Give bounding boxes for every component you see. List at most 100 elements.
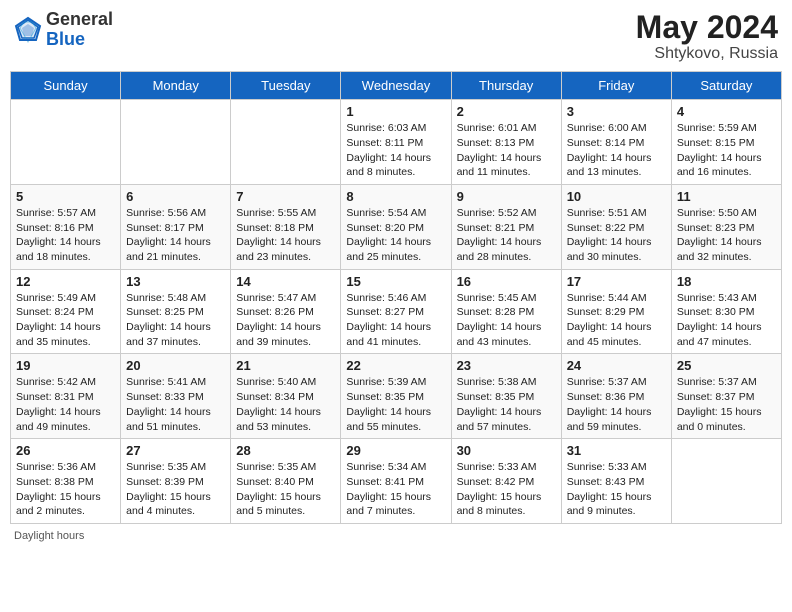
- day-number: 24: [567, 358, 666, 373]
- calendar-cell-5-6: 31 Sunrise: 5:33 AM Sunset: 8:43 PM Dayli…: [561, 439, 671, 524]
- month-year: May 2024: [636, 10, 778, 45]
- day-info: Sunrise: 5:45 AM Sunset: 8:28 PM Dayligh…: [457, 291, 556, 350]
- day-number: 23: [457, 358, 556, 373]
- weekday-header-monday: Monday: [121, 72, 231, 100]
- day-number: 5: [16, 189, 115, 204]
- calendar-week-row-2: 5 Sunrise: 5:57 AM Sunset: 8:16 PM Daylig…: [11, 184, 782, 269]
- day-number: 30: [457, 443, 556, 458]
- calendar-cell-2-5: 9 Sunrise: 5:52 AM Sunset: 8:21 PM Daylig…: [451, 184, 561, 269]
- logo-blue-text: Blue: [46, 29, 85, 49]
- day-number: 9: [457, 189, 556, 204]
- calendar-cell-5-3: 28Sunrise: 5:35 AM Sunset: 8:40 PM Dayli…: [231, 439, 341, 524]
- day-info: Sunrise: 5:42 AM Sunset: 8:31 PM Dayligh…: [16, 375, 115, 434]
- day-info: Sunrise: 5:59 AM Sunset: 8:15 PM Dayligh…: [677, 121, 776, 180]
- weekday-header-saturday: Saturday: [671, 72, 781, 100]
- day-info: Sunrise: 5:39 AM Sunset: 8:35 PM Dayligh…: [346, 375, 445, 434]
- day-number: 15: [346, 274, 445, 289]
- calendar-cell-1-7: 4Sunrise: 5:59 AM Sunset: 8:15 PM Daylig…: [671, 100, 781, 185]
- calendar-cell-2-4: 8Sunrise: 5:54 AM Sunset: 8:20 PM Daylig…: [341, 184, 451, 269]
- day-number: 2: [457, 104, 556, 119]
- day-number: 26: [16, 443, 115, 458]
- weekday-header-wednesday: Wednesday: [341, 72, 451, 100]
- calendar-cell-4-3: 21 Sunrise: 5:40 AM Sunset: 8:34 PM Dayli…: [231, 354, 341, 439]
- day-number: 29: [346, 443, 445, 458]
- day-number: 7: [236, 189, 335, 204]
- logo-text: General Blue: [46, 10, 113, 50]
- day-info: Sunrise: 5:38 AM Sunset: 8:35 PM Dayligh…: [457, 375, 556, 434]
- weekday-header-tuesday: Tuesday: [231, 72, 341, 100]
- calendar-week-row-5: 26 Sunrise: 5:36 AM Sunset: 8:38 PM Dayli…: [11, 439, 782, 524]
- day-number: 11: [677, 189, 776, 204]
- day-info: Sunrise: 6:01 AM Sunset: 8:13 PM Dayligh…: [457, 121, 556, 180]
- calendar-cell-5-2: 27 Sunrise: 5:35 AM Sunset: 8:39 PM Dayli…: [121, 439, 231, 524]
- day-number: 18: [677, 274, 776, 289]
- weekday-header-friday: Friday: [561, 72, 671, 100]
- day-number: 21: [236, 358, 335, 373]
- day-number: 31: [567, 443, 666, 458]
- day-info: Sunrise: 5:49 AM Sunset: 8:24 PM Dayligh…: [16, 291, 115, 350]
- weekday-header-thursday: Thursday: [451, 72, 561, 100]
- day-info: Sunrise: 6:00 AM Sunset: 8:14 PM Dayligh…: [567, 121, 666, 180]
- calendar-cell-1-3: [231, 100, 341, 185]
- calendar-week-row-3: 12 Sunrise: 5:49 AM Sunset: 8:24 PM Dayli…: [11, 269, 782, 354]
- day-number: 22: [346, 358, 445, 373]
- day-info: Sunrise: 5:48 AM Sunset: 8:25 PM Dayligh…: [126, 291, 225, 350]
- day-number: 13: [126, 274, 225, 289]
- calendar-cell-3-7: 18 Sunrise: 5:43 AM Sunset: 8:30 PM Dayli…: [671, 269, 781, 354]
- day-info: Sunrise: 5:52 AM Sunset: 8:21 PM Dayligh…: [457, 206, 556, 265]
- calendar-cell-1-6: 3 Sunrise: 6:00 AM Sunset: 8:14 PM Daylig…: [561, 100, 671, 185]
- weekday-header-sunday: Sunday: [11, 72, 121, 100]
- day-number: 8: [346, 189, 445, 204]
- day-number: 12: [16, 274, 115, 289]
- calendar-cell-5-5: 30 Sunrise: 5:33 AM Sunset: 8:42 PM Dayli…: [451, 439, 561, 524]
- calendar-cell-3-5: 16 Sunrise: 5:45 AM Sunset: 8:28 PM Dayli…: [451, 269, 561, 354]
- day-info: Sunrise: 5:40 AM Sunset: 8:34 PM Dayligh…: [236, 375, 335, 434]
- day-number: 25: [677, 358, 776, 373]
- day-info: Sunrise: 5:35 AM Sunset: 8:39 PM Dayligh…: [126, 460, 225, 519]
- title-block: May 2024 Shtykovo, Russia: [636, 10, 778, 63]
- day-info: Sunrise: 5:35 AM Sunset: 8:40 PM Dayligh…: [236, 460, 335, 519]
- day-number: 3: [567, 104, 666, 119]
- calendar-cell-2-7: 11Sunrise: 5:50 AM Sunset: 8:23 PM Dayli…: [671, 184, 781, 269]
- day-number: 19: [16, 358, 115, 373]
- day-info: Sunrise: 5:36 AM Sunset: 8:38 PM Dayligh…: [16, 460, 115, 519]
- calendar-cell-1-5: 2 Sunrise: 6:01 AM Sunset: 8:13 PM Daylig…: [451, 100, 561, 185]
- header: General Blue May 2024 Shtykovo, Russia: [10, 10, 782, 63]
- calendar-cell-5-7: [671, 439, 781, 524]
- day-number: 1: [346, 104, 445, 119]
- calendar-week-row-1: 1 Sunrise: 6:03 AM Sunset: 8:11 PM Daylig…: [11, 100, 782, 185]
- day-info: Sunrise: 5:55 AM Sunset: 8:18 PM Dayligh…: [236, 206, 335, 265]
- calendar-cell-2-1: 5 Sunrise: 5:57 AM Sunset: 8:16 PM Daylig…: [11, 184, 121, 269]
- calendar-cell-2-6: 10Sunrise: 5:51 AM Sunset: 8:22 PM Dayli…: [561, 184, 671, 269]
- logo: General Blue: [14, 10, 113, 50]
- calendar-cell-3-4: 15 Sunrise: 5:46 AM Sunset: 8:27 PM Dayli…: [341, 269, 451, 354]
- calendar-cell-2-2: 6Sunrise: 5:56 AM Sunset: 8:17 PM Daylig…: [121, 184, 231, 269]
- day-info: Sunrise: 5:44 AM Sunset: 8:29 PM Dayligh…: [567, 291, 666, 350]
- day-number: 16: [457, 274, 556, 289]
- location: Shtykovo, Russia: [636, 45, 778, 63]
- day-info: Sunrise: 5:57 AM Sunset: 8:16 PM Dayligh…: [16, 206, 115, 265]
- calendar-cell-4-1: 19 Sunrise: 5:42 AM Sunset: 8:31 PM Dayli…: [11, 354, 121, 439]
- page: General Blue May 2024 Shtykovo, Russia S…: [0, 0, 792, 612]
- calendar-cell-3-1: 12 Sunrise: 5:49 AM Sunset: 8:24 PM Dayli…: [11, 269, 121, 354]
- calendar-cell-5-1: 26 Sunrise: 5:36 AM Sunset: 8:38 PM Dayli…: [11, 439, 121, 524]
- footer-note: Daylight hours: [10, 530, 782, 542]
- logo-icon: [14, 16, 42, 44]
- day-info: Sunrise: 5:33 AM Sunset: 8:42 PM Dayligh…: [457, 460, 556, 519]
- calendar-cell-1-4: 1 Sunrise: 6:03 AM Sunset: 8:11 PM Daylig…: [341, 100, 451, 185]
- day-number: 27: [126, 443, 225, 458]
- day-info: Sunrise: 5:46 AM Sunset: 8:27 PM Dayligh…: [346, 291, 445, 350]
- calendar-week-row-4: 19 Sunrise: 5:42 AM Sunset: 8:31 PM Dayli…: [11, 354, 782, 439]
- day-info: Sunrise: 5:37 AM Sunset: 8:37 PM Dayligh…: [677, 375, 776, 434]
- day-info: Sunrise: 5:43 AM Sunset: 8:30 PM Dayligh…: [677, 291, 776, 350]
- calendar-cell-4-7: 25 Sunrise: 5:37 AM Sunset: 8:37 PM Dayli…: [671, 354, 781, 439]
- day-info: Sunrise: 5:33 AM Sunset: 8:43 PM Dayligh…: [567, 460, 666, 519]
- calendar-cell-4-2: 20Sunrise: 5:41 AM Sunset: 8:33 PM Dayli…: [121, 354, 231, 439]
- daylight-label: Daylight hours: [14, 530, 84, 542]
- calendar-cell-3-6: 17Sunrise: 5:44 AM Sunset: 8:29 PM Dayli…: [561, 269, 671, 354]
- day-info: Sunrise: 5:51 AM Sunset: 8:22 PM Dayligh…: [567, 206, 666, 265]
- day-info: Sunrise: 5:56 AM Sunset: 8:17 PM Dayligh…: [126, 206, 225, 265]
- weekday-header-row: SundayMondayTuesdayWednesdayThursdayFrid…: [11, 72, 782, 100]
- day-number: 20: [126, 358, 225, 373]
- day-info: Sunrise: 6:03 AM Sunset: 8:11 PM Dayligh…: [346, 121, 445, 180]
